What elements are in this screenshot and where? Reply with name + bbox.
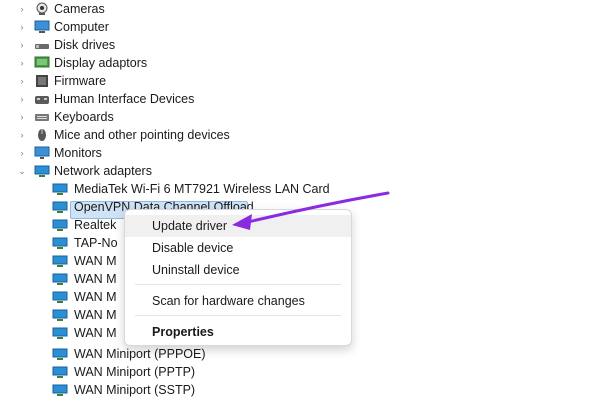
tree-item-firmware[interactable]: › Firmware — [0, 72, 600, 90]
keyboard-icon — [34, 109, 50, 125]
chevron-right-icon[interactable]: › — [18, 112, 26, 122]
network-adapter-icon — [52, 325, 68, 341]
network-adapter-item[interactable]: WAN Miniport (SSTP) — [0, 381, 600, 399]
menu-item-label: Update driver — [152, 219, 228, 233]
network-adapter-icon — [52, 217, 68, 233]
network-adapter-label: WAN Miniport (PPTP) — [74, 365, 196, 379]
camera-icon — [34, 1, 50, 17]
chevron-right-icon[interactable]: › — [18, 58, 26, 68]
tree-item-cameras[interactable]: › Cameras — [0, 0, 600, 18]
tree-item-label: Network adapters — [54, 164, 152, 178]
network-adapter-icon — [52, 181, 68, 197]
menu-separator — [135, 284, 341, 285]
properties-menu-item[interactable]: Properties — [125, 321, 351, 343]
tree-item-mice[interactable]: › Mice and other pointing devices — [0, 126, 600, 144]
tree-item-label: Keyboards — [54, 110, 114, 124]
network-adapter-label: WAN M — [74, 290, 117, 304]
tree-item-label: Monitors — [54, 146, 102, 160]
menu-item-label: Properties — [152, 325, 214, 339]
tree-item-hid[interactable]: › Human Interface Devices — [0, 90, 600, 108]
network-adapter-icon — [52, 364, 68, 380]
context-menu: Update driver Disable device Uninstall d… — [124, 209, 352, 346]
network-adapter-item[interactable]: MediaTek Wi-Fi 6 MT7921 Wireless LAN Car… — [0, 180, 600, 198]
update-driver-menu-item[interactable]: Update driver — [125, 215, 351, 237]
network-adapter-label: WAN M — [74, 254, 117, 268]
menu-item-label: Disable device — [152, 241, 234, 255]
chevron-down-icon[interactable]: ⌄ — [18, 166, 26, 176]
tree-item-disk-drives[interactable]: › Disk drives — [0, 36, 600, 54]
tree-item-keyboards[interactable]: › Keyboards — [0, 108, 600, 126]
menu-item-label: Scan for hardware changes — [152, 294, 305, 308]
tree-item-label: Disk drives — [54, 38, 116, 52]
display-adapter-icon — [34, 55, 50, 71]
scan-hardware-menu-item[interactable]: Scan for hardware changes — [125, 290, 351, 312]
network-adapter-label: TAP-No — [74, 236, 118, 250]
firmware-icon — [34, 73, 50, 89]
network-adapter-icon — [52, 271, 68, 287]
tree-item-computer[interactable]: › Computer — [0, 18, 600, 36]
network-adapter-icon — [52, 382, 68, 398]
mouse-icon — [34, 127, 50, 143]
menu-separator — [135, 315, 341, 316]
chevron-right-icon[interactable]: › — [18, 22, 26, 32]
network-adapter-label: WAN Miniport (SSTP) — [74, 383, 196, 397]
network-adapter-label: WAN M — [74, 272, 117, 286]
tree-item-display-adaptors[interactable]: › Display adaptors — [0, 54, 600, 72]
tree-item-label: Display adaptors — [54, 56, 148, 70]
network-adapter-icon — [52, 253, 68, 269]
network-adapter-icon — [52, 346, 68, 362]
chevron-right-icon[interactable]: › — [18, 40, 26, 50]
tree-item-label: Cameras — [54, 2, 105, 16]
disk-drive-icon — [34, 37, 50, 53]
network-adapter-icon — [52, 199, 68, 215]
network-adapter-label: Realtek — [74, 218, 117, 232]
computer-icon — [34, 19, 50, 35]
network-adapter-icon — [52, 235, 68, 251]
monitor-icon — [34, 145, 50, 161]
disable-device-menu-item[interactable]: Disable device — [125, 237, 351, 259]
network-adapter-icon — [34, 163, 50, 179]
network-adapter-icon — [52, 289, 68, 305]
chevron-right-icon[interactable]: › — [18, 4, 26, 14]
chevron-right-icon[interactable]: › — [18, 94, 26, 104]
network-adapter-label: WAN M — [74, 326, 117, 340]
network-adapter-label: WAN Miniport (PPPOE) — [74, 347, 206, 361]
tree-item-label: Firmware — [54, 74, 107, 88]
network-adapter-icon — [52, 307, 68, 323]
uninstall-device-menu-item[interactable]: Uninstall device — [125, 259, 351, 281]
tree-item-label: Mice and other pointing devices — [54, 128, 230, 142]
tree-item-network-adapters[interactable]: ⌄ Network adapters — [0, 162, 600, 180]
tree-item-monitors[interactable]: › Monitors — [0, 144, 600, 162]
hid-icon — [34, 91, 50, 107]
tree-item-label: Human Interface Devices — [54, 92, 195, 106]
network-adapter-item[interactable]: WAN Miniport (PPPOE) — [0, 345, 600, 363]
network-adapter-item[interactable]: WAN Miniport (PPTP) — [0, 363, 600, 381]
network-adapter-label: MediaTek Wi-Fi 6 MT7921 Wireless LAN Car… — [74, 182, 330, 196]
tree-item-label: Computer — [54, 20, 109, 34]
menu-item-label: Uninstall device — [152, 263, 240, 277]
chevron-right-icon[interactable]: › — [18, 76, 26, 86]
chevron-right-icon[interactable]: › — [18, 148, 26, 158]
chevron-right-icon[interactable]: › — [18, 130, 26, 140]
network-adapter-label: WAN M — [74, 308, 117, 322]
